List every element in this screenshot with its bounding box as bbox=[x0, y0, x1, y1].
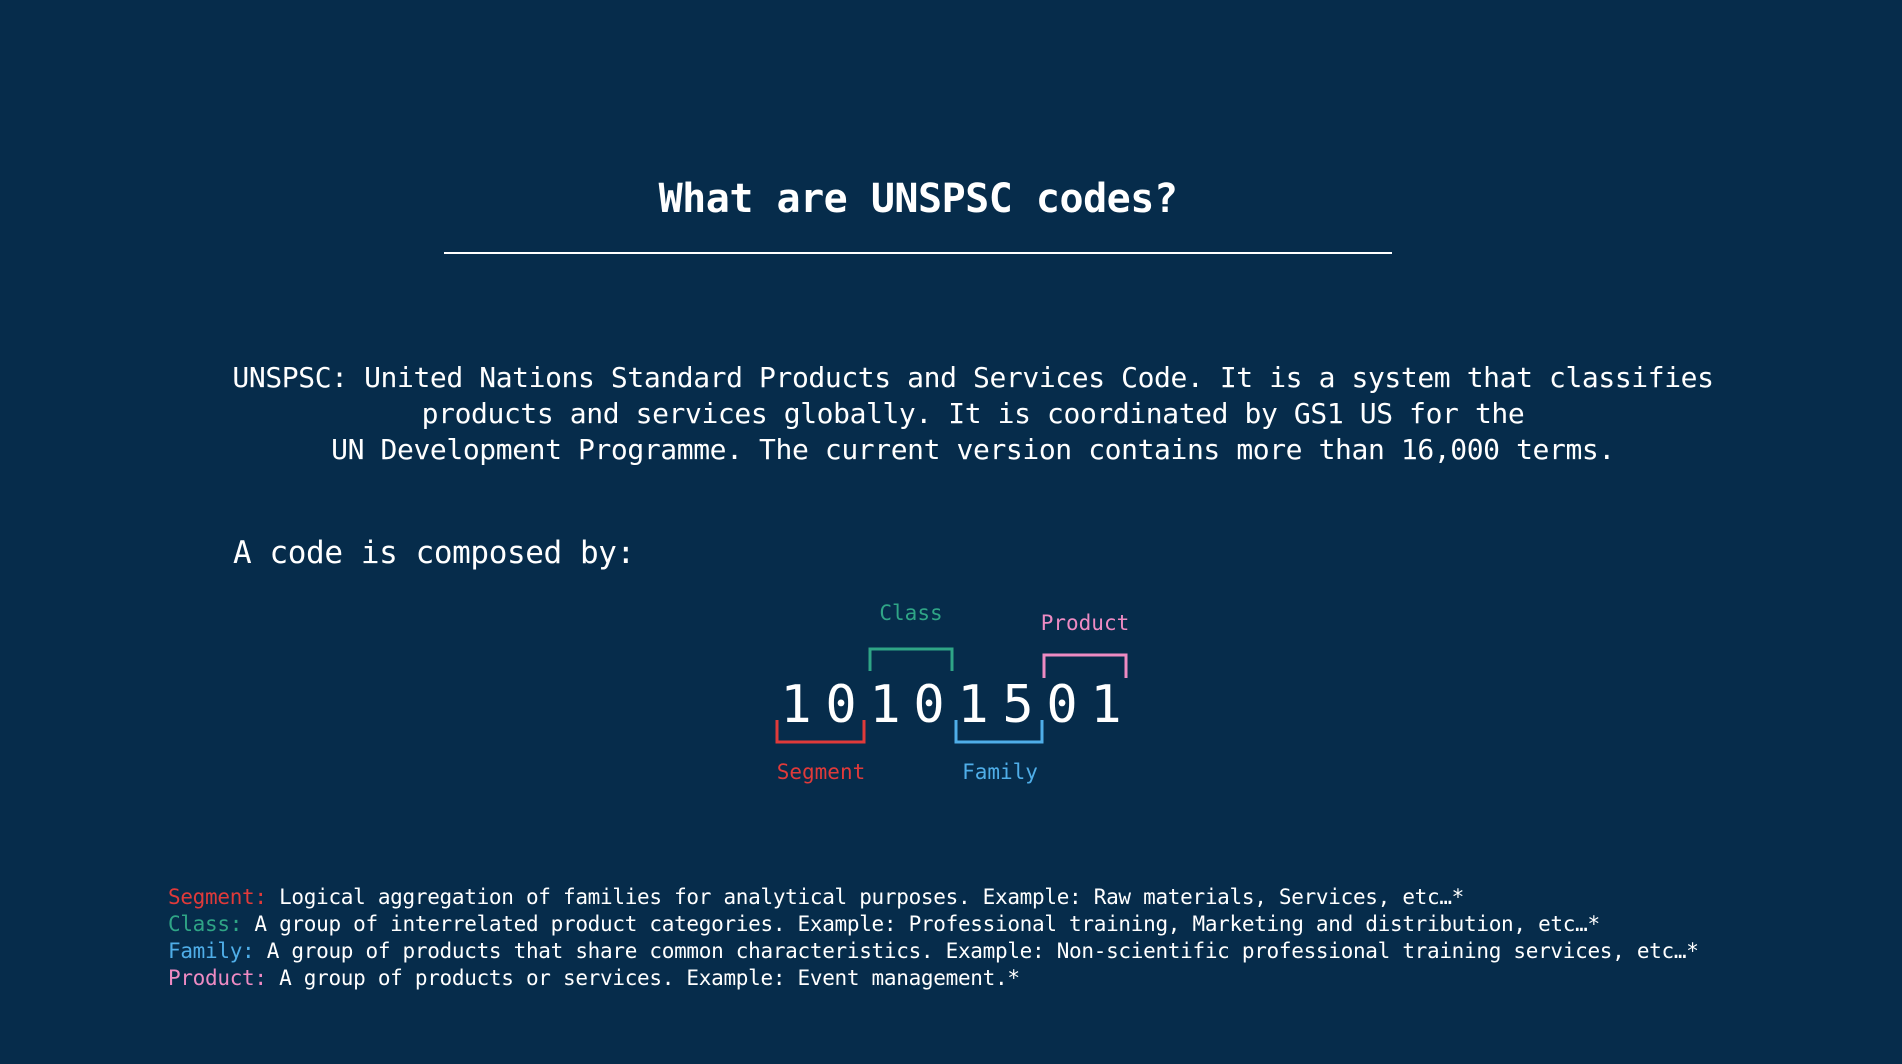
code-digit: 0 bbox=[913, 675, 944, 735]
code-digit: 0 bbox=[825, 675, 856, 735]
code-digit: 1 bbox=[869, 675, 900, 735]
code-digit: 1 bbox=[780, 675, 811, 735]
code-digit: 5 bbox=[1002, 675, 1033, 735]
legend-description: A group of products or services. Example… bbox=[279, 966, 1020, 990]
code-digit: 1 bbox=[1090, 675, 1121, 735]
legend-description: A group of products that share common ch… bbox=[266, 939, 1699, 963]
code-digit: 1 bbox=[957, 675, 988, 735]
legend-item-class: Class: A group of interrelated product c… bbox=[168, 911, 1699, 938]
legend-item-segment: Segment: Logical aggregation of families… bbox=[168, 884, 1699, 911]
code-digit: 0 bbox=[1046, 675, 1077, 735]
family-label: Family bbox=[962, 760, 1038, 784]
legend-item-family: Family: A group of products that share c… bbox=[168, 938, 1699, 965]
legend-term: Segment: bbox=[168, 885, 267, 909]
legend-description: A group of interrelated product categori… bbox=[254, 912, 1600, 936]
legend-term: Class: bbox=[168, 912, 243, 936]
legend-term: Product: bbox=[168, 966, 267, 990]
product-label: Product bbox=[1041, 611, 1130, 635]
definitions-legend: Segment: Logical aggregation of families… bbox=[168, 884, 1699, 992]
legend-item-product: Product: A group of products or services… bbox=[168, 965, 1699, 992]
segment-label: Segment bbox=[777, 760, 866, 784]
class-bracket bbox=[868, 647, 954, 671]
legend-description: Logical aggregation of families for anal… bbox=[279, 885, 1465, 909]
legend-term: Family: bbox=[168, 939, 255, 963]
class-label: Class bbox=[879, 601, 942, 625]
